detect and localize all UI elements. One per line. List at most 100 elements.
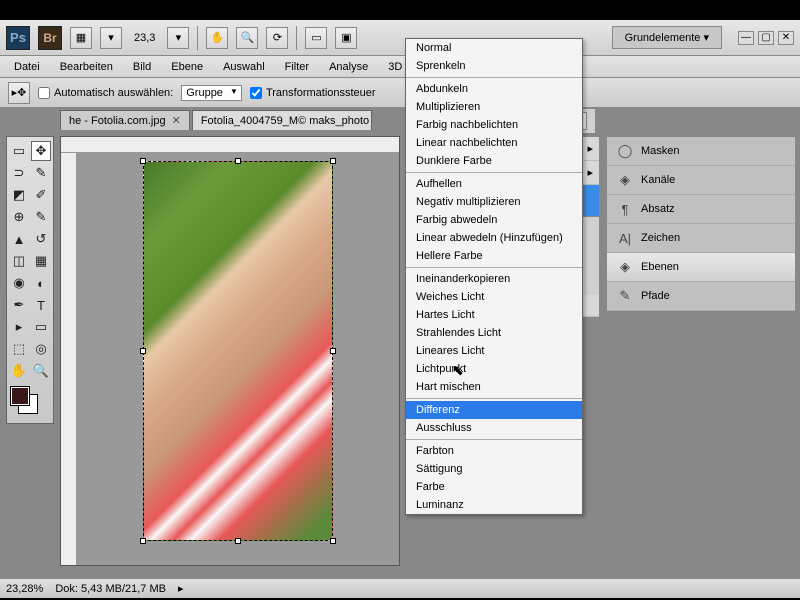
blend-mode-option[interactable]: Ineinanderkopieren: [406, 270, 582, 288]
hand-tool-icon[interactable]: ✋: [206, 27, 228, 49]
blend-mode-option[interactable]: Farbe: [406, 478, 582, 496]
transform-handle[interactable]: [330, 538, 336, 544]
zoom-tool[interactable]: 🔍: [31, 361, 51, 381]
shape-tool[interactable]: ▭: [31, 317, 51, 337]
healing-tool[interactable]: ⊕: [9, 207, 29, 227]
hand-tool[interactable]: ✋: [9, 361, 29, 381]
auto-select-checkbox[interactable]: Automatisch auswählen:: [38, 87, 173, 99]
photoshop-icon[interactable]: Ps: [6, 26, 30, 50]
blend-mode-option[interactable]: Farbig abwedeln: [406, 211, 582, 229]
blend-mode-option[interactable]: Farbton: [406, 442, 582, 460]
close-icon[interactable]: ✕: [172, 115, 181, 127]
menu-datei[interactable]: Datei: [4, 58, 50, 76]
menu-bearbeiten[interactable]: Bearbeiten: [50, 58, 123, 76]
auto-select-type-dropdown[interactable]: Gruppe: [181, 85, 242, 101]
minimize-button[interactable]: —: [738, 31, 754, 45]
menu-auswahl[interactable]: Auswahl: [213, 58, 275, 76]
status-flyout-icon[interactable]: ▸: [178, 582, 184, 595]
move-tool-preset-icon[interactable]: ▸✥: [8, 82, 30, 104]
blend-mode-option[interactable]: Abdunkeln: [406, 80, 582, 98]
blend-mode-option[interactable]: Lineares Licht: [406, 342, 582, 360]
opacity-flyout-icon[interactable]: ▸: [587, 142, 593, 155]
history-brush-tool[interactable]: ↺: [31, 229, 51, 249]
blend-mode-option[interactable]: Dunklere Farbe: [406, 152, 582, 170]
marquee-tool[interactable]: ▭: [9, 141, 29, 161]
rotate-view-icon[interactable]: ⟳: [266, 27, 288, 49]
canvas-area[interactable]: [77, 153, 399, 565]
bridge-icon[interactable]: Br: [38, 26, 62, 50]
transform-handle[interactable]: [235, 158, 241, 164]
status-doc-size[interactable]: Dok: 5,43 MB/21,7 MB: [55, 583, 166, 595]
blend-mode-option[interactable]: Aufhellen: [406, 175, 582, 193]
blend-mode-option[interactable]: Lichtpunkt: [406, 360, 582, 378]
transform-controls-checkbox[interactable]: Transformationssteuer: [250, 87, 376, 99]
arrange-icon[interactable]: ▭: [305, 27, 327, 49]
menu-bild[interactable]: Bild: [123, 58, 161, 76]
gradient-tool[interactable]: ▦: [31, 251, 51, 271]
transform-handle[interactable]: [140, 348, 146, 354]
screen-mode-icon[interactable]: ▣: [335, 27, 357, 49]
blend-mode-option[interactable]: Normal: [406, 39, 582, 57]
3d-tool[interactable]: ⬚: [9, 339, 29, 359]
move-tool[interactable]: ✥: [31, 141, 51, 161]
panel-tab-zeichen[interactable]: A|Zeichen: [607, 224, 795, 253]
type-tool[interactable]: T: [31, 295, 51, 315]
fill-flyout-icon[interactable]: ▸: [587, 166, 593, 179]
blend-mode-option[interactable]: Multiplizieren: [406, 98, 582, 116]
menu-analyse[interactable]: Analyse: [319, 58, 378, 76]
zoom-dropdown[interactable]: ▾: [167, 27, 189, 49]
panel-tab-kanäle[interactable]: ◈Kanäle: [607, 166, 795, 195]
blend-mode-option[interactable]: Linear abwedeln (Hinzufügen): [406, 229, 582, 247]
stamp-tool[interactable]: ▲: [9, 229, 29, 249]
blend-mode-option[interactable]: Hartes Licht: [406, 306, 582, 324]
blend-mode-option[interactable]: Weiches Licht: [406, 288, 582, 306]
layout-icon[interactable]: ▦: [70, 27, 92, 49]
pen-tool[interactable]: ✒: [9, 295, 29, 315]
status-zoom[interactable]: 23,28%: [6, 583, 43, 595]
document-tab[interactable]: Fotolia_4004759_M© maks_photo - F✕: [192, 110, 372, 130]
blend-mode-option[interactable]: Farbig nachbelichten: [406, 116, 582, 134]
blend-mode-dropdown[interactable]: NormalSprenkelnAbdunkelnMultiplizierenFa…: [405, 38, 583, 515]
foreground-color[interactable]: [11, 387, 29, 405]
panel-tab-ebenen[interactable]: ◈Ebenen: [607, 253, 795, 282]
quick-select-tool[interactable]: ✎: [31, 163, 51, 183]
blend-mode-option[interactable]: Negativ multiplizieren: [406, 193, 582, 211]
panel-tab-masken[interactable]: ◯Masken: [607, 137, 795, 166]
ruler-horizontal[interactable]: [61, 137, 399, 153]
maximize-button[interactable]: ▢: [758, 31, 774, 45]
dropdown-icon[interactable]: ▾: [100, 27, 122, 49]
dodge-tool[interactable]: ◐: [31, 273, 51, 293]
transform-handle[interactable]: [140, 158, 146, 164]
menu-filter[interactable]: Filter: [275, 58, 319, 76]
workspace-switcher[interactable]: Grundelemente ▾: [612, 26, 722, 49]
blend-mode-option[interactable]: Linear nachbelichten: [406, 134, 582, 152]
blend-mode-option[interactable]: Strahlendes Licht: [406, 324, 582, 342]
blend-mode-option[interactable]: Ausschluss: [406, 419, 582, 437]
blend-mode-option[interactable]: Hellere Farbe: [406, 247, 582, 265]
image-layer[interactable]: [143, 161, 333, 541]
panel-tab-absatz[interactable]: ¶Absatz: [607, 195, 795, 224]
transform-handle[interactable]: [330, 158, 336, 164]
transform-handle[interactable]: [140, 538, 146, 544]
blend-mode-option[interactable]: Differenz: [406, 401, 582, 419]
transform-handle[interactable]: [330, 348, 336, 354]
panel-tab-pfade[interactable]: ✎Pfade: [607, 282, 795, 311]
blend-mode-option[interactable]: Luminanz: [406, 496, 582, 514]
menu-ebene[interactable]: Ebene: [161, 58, 213, 76]
3d-camera-tool[interactable]: ◎: [31, 339, 51, 359]
crop-tool[interactable]: ◩: [9, 185, 29, 205]
blend-mode-option[interactable]: Sprenkeln: [406, 57, 582, 75]
blend-mode-option[interactable]: Sättigung: [406, 460, 582, 478]
path-select-tool[interactable]: ▸: [9, 317, 29, 337]
close-button[interactable]: ✕: [778, 31, 794, 45]
brush-tool[interactable]: ✎: [31, 207, 51, 227]
zoom-tool-icon[interactable]: 🔍: [236, 27, 258, 49]
ruler-vertical[interactable]: [61, 153, 77, 565]
eyedropper-tool[interactable]: ✐: [31, 185, 51, 205]
transform-handle[interactable]: [235, 538, 241, 544]
blur-tool[interactable]: ◉: [9, 273, 29, 293]
document-tab[interactable]: he - Fotolia.com.jpg✕: [60, 110, 190, 130]
blend-mode-option[interactable]: Hart mischen: [406, 378, 582, 396]
color-swatches[interactable]: [9, 387, 51, 419]
eraser-tool[interactable]: ◫: [9, 251, 29, 271]
